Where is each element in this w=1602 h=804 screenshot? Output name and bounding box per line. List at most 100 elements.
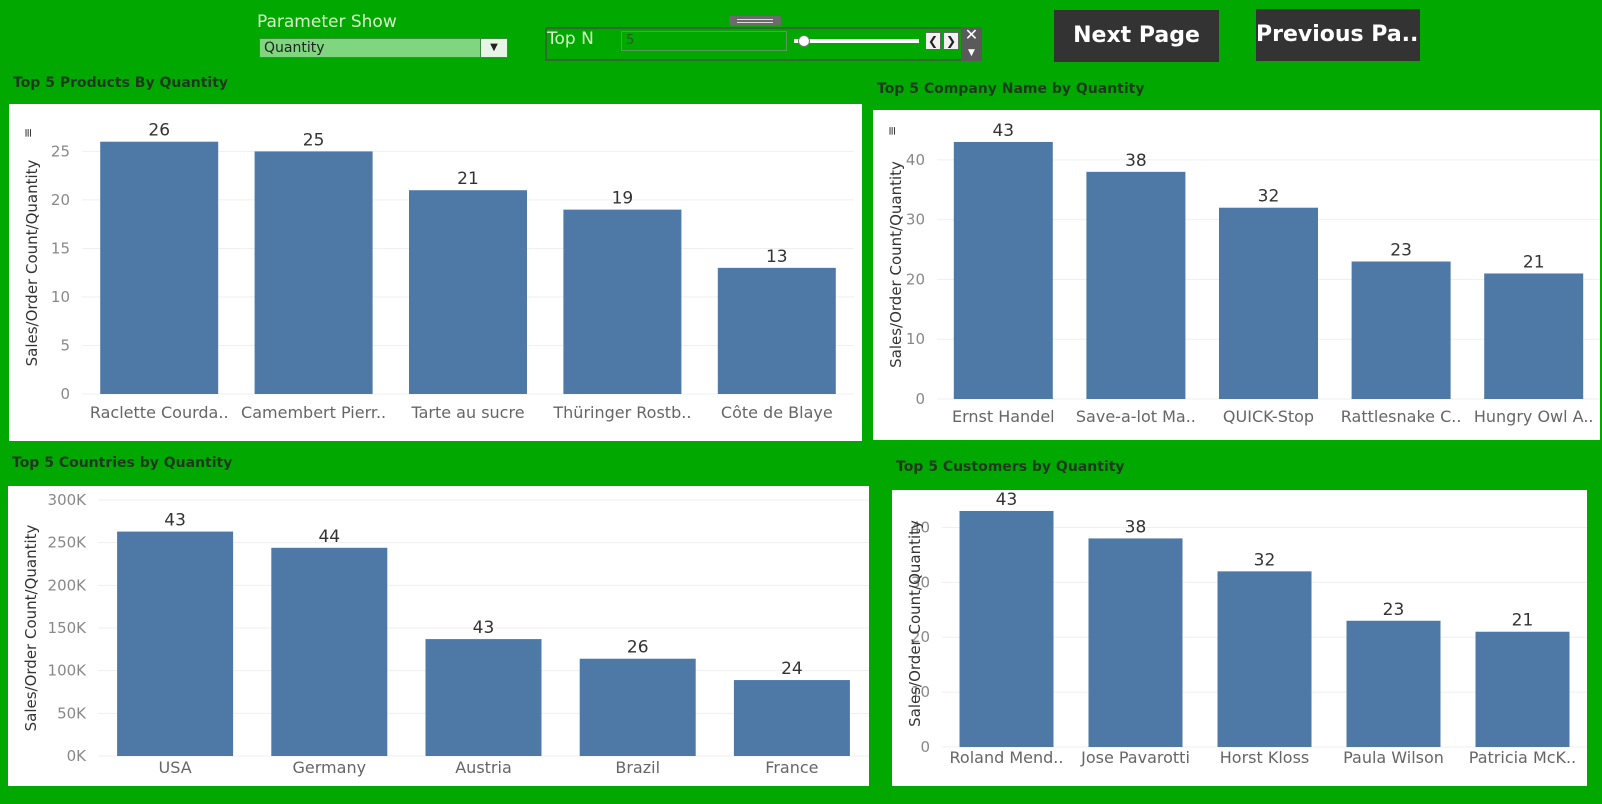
data-label: 23 [1383, 600, 1405, 620]
bar [425, 639, 542, 756]
sort-icon: ≡ [885, 126, 899, 136]
bar [254, 151, 373, 394]
top-n-slider-thumb[interactable] [798, 35, 810, 47]
data-label: 43 [473, 618, 495, 638]
more-options-icon[interactable]: ▼ [961, 47, 982, 59]
data-label: 26 [148, 121, 170, 141]
y-tick-label: 300K [48, 491, 88, 509]
chevron-down-icon[interactable]: ▼ [480, 39, 507, 57]
countries-bar-chart: 0K 50K 100K 150K 200K 250K 300K Sales/Order Cou… [22, 491, 869, 777]
category-label: Raclette Courda.. [90, 403, 229, 422]
category-label: Horst Kloss [1220, 748, 1310, 767]
category-label: Save-a-lot Ma.. [1076, 407, 1196, 426]
data-label: 43 [992, 121, 1014, 141]
chart-panel-countries: 0K 50K 100K 150K 200K 250K 300K Sales/Order Cou… [8, 486, 869, 786]
next-page-button[interactable]: Next Page [1054, 10, 1219, 62]
category-label: Côte de Blaye [721, 403, 833, 422]
chart-title-products: Top 5 Products By Quantity [13, 75, 229, 91]
chart-panel-companies: 0 10 20 30 40 Sales/Order Count/Quantity ≡ 43 Er… [873, 110, 1600, 440]
bar [1475, 631, 1570, 747]
category-label: Ernst Handel [952, 407, 1055, 426]
sort-icon: ≡ [21, 128, 35, 138]
data-label: 44 [318, 527, 340, 547]
data-label: 13 [766, 247, 788, 267]
category-label: Germany [293, 758, 367, 777]
parameter-show-dropdown[interactable]: Quantity ▼ [259, 38, 508, 58]
y-tick-label: 0K [67, 747, 88, 765]
y-tick-label: 10 [51, 288, 70, 306]
chart-title-countries: Top 5 Countries by Quantity [12, 455, 233, 471]
data-label: 21 [457, 169, 479, 189]
category-label: Patricia McK.. [1469, 748, 1576, 767]
category-label: Thüringer Rostb.. [552, 403, 691, 422]
bar [579, 658, 696, 756]
parameter-show-label: Parameter Show [257, 12, 397, 32]
y-tick-label: 0 [915, 390, 925, 408]
category-label: Camembert Pierr.. [241, 403, 386, 422]
bar [563, 209, 682, 394]
bar [717, 267, 836, 394]
bar [733, 680, 850, 756]
category-label: Jose Pavarotti [1080, 748, 1190, 767]
category-label: Paula Wilson [1343, 748, 1444, 767]
data-label: 19 [612, 189, 634, 209]
previous-page-button[interactable]: Previous Pa... [1256, 9, 1420, 61]
bar [1351, 261, 1451, 399]
y-tick-label: 5 [60, 336, 70, 354]
bar [959, 510, 1054, 747]
category-label: Tarte au sucre [410, 403, 524, 422]
y-tick-label: 10 [906, 330, 925, 348]
data-label: 25 [303, 130, 325, 150]
data-label: 24 [781, 659, 803, 679]
y-tick-label: 20 [51, 191, 70, 209]
bar [1217, 571, 1312, 747]
top-n-label: Top N [547, 29, 594, 49]
bar [1086, 171, 1186, 399]
category-label: USA [159, 758, 192, 777]
drag-handle-icon[interactable] [729, 16, 781, 26]
category-label: QUICK-Stop [1223, 407, 1314, 426]
y-tick-label: 20 [906, 270, 925, 288]
y-tick-label: 30 [906, 211, 925, 229]
data-label: 23 [1390, 241, 1412, 261]
companies-bar-chart: 0 10 20 30 40Sales/Order Count/Quantity ≡ 43 Er… [885, 121, 1600, 426]
y-axis-title: Sales/Order Count/Quantity [887, 161, 905, 368]
y-tick-label: 200K [48, 576, 88, 594]
top-n-slider-track[interactable] [794, 39, 919, 43]
step-right-icon[interactable]: ❯ [943, 32, 959, 50]
y-tick-label: 100K [48, 662, 88, 680]
category-label: France [765, 758, 818, 777]
data-label: 21 [1512, 611, 1534, 631]
data-label: 43 [996, 490, 1018, 510]
category-label: Hungry Owl A.. [1474, 407, 1594, 426]
close-icon[interactable]: ✕ [961, 26, 982, 44]
data-label: 32 [1254, 550, 1276, 570]
y-tick-label: 25 [51, 142, 70, 160]
category-label: Roland Mend.. [950, 748, 1064, 767]
data-label: 38 [1125, 151, 1147, 171]
bar [953, 141, 1053, 399]
parameter-show-value: Quantity [264, 40, 325, 56]
data-label: 43 [164, 511, 186, 531]
y-axis-title: Sales/Order Count/Quantity [23, 159, 41, 366]
category-label: Rattlesnake C.. [1341, 407, 1462, 426]
y-tick-label: 250K [48, 534, 88, 552]
chart-title-companies: Top 5 Company Name by Quantity [877, 81, 1145, 97]
customers-bar-chart: 010203040Sales/Order Count/Quantity43Rol… [906, 490, 1587, 767]
top-n-input[interactable]: 5 [621, 31, 787, 51]
bar [100, 141, 219, 394]
category-label: Brazil [615, 758, 660, 777]
bar [1088, 538, 1183, 747]
data-label: 32 [1258, 187, 1280, 207]
step-left-icon[interactable]: ❮ [925, 32, 941, 50]
y-tick-label: 40 [906, 151, 925, 169]
bar [271, 547, 388, 756]
y-tick-label: 50K [57, 704, 87, 722]
y-tick-label: 0 [60, 385, 70, 403]
y-axis-title: Sales/Order Count/Quantity [906, 520, 924, 727]
chart-title-customers: Top 5 Customers by Quantity [896, 459, 1125, 475]
bar [117, 531, 234, 756]
data-label: 38 [1125, 517, 1147, 537]
bar [1346, 620, 1441, 747]
y-axis-title: Sales/Order Count/Quantity [22, 524, 40, 731]
